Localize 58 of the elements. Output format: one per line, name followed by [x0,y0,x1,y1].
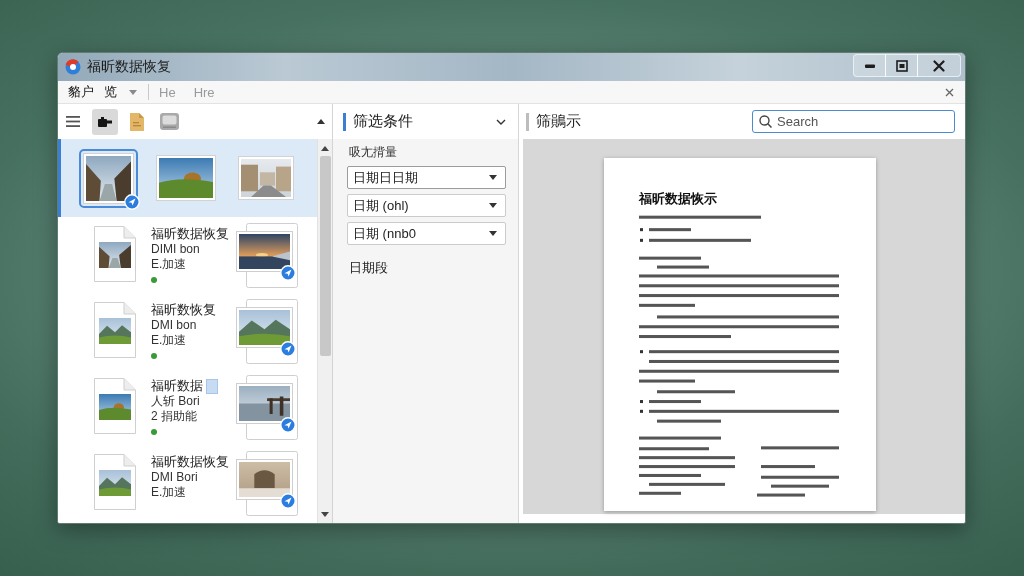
search-icon [759,115,772,128]
maximize-icon [895,59,908,72]
caret-up-icon [317,119,325,124]
image-file-icon [94,378,136,434]
accent-bar [526,112,529,131]
image-file-icon [94,226,136,282]
gallery-row[interactable] [58,139,317,217]
toolbar-button[interactable] [92,108,118,135]
file-name: 福昕数据 [151,378,203,394]
file-name: 福昕数恢复 [151,302,216,318]
file-name: 福昕数据恢复 [151,226,229,242]
file-detail: DMI Bori [151,470,199,485]
file-name: 福昕数据恢复 [151,454,229,470]
scroll-down-icon[interactable] [321,512,329,517]
filter-label: 吸尢揹量 [349,144,398,161]
file-detail: DMI bon [151,318,198,333]
close-button[interactable] [917,54,961,77]
image-file-icon [94,454,136,510]
panel-title: 筛选条件 [353,112,413,131]
chevron-down-icon[interactable] [496,118,506,125]
close-icon [933,59,945,72]
document-title: 福昕数据恢示 [639,190,718,208]
app-logo-icon [65,59,81,75]
file-detail: 人斩 Bori [151,394,201,409]
menu-item[interactable]: 览 [99,81,142,103]
date-dropdown[interactable]: 日期 (nnb0 [347,222,506,245]
drive-icon [159,113,179,130]
maximize-button[interactable] [885,54,918,77]
document-icon [130,112,144,131]
caret-down-icon [129,89,137,95]
camera-icon [98,116,112,127]
file-detail: E.加速 [151,485,188,500]
photo-thumbnail [236,223,298,289]
caret-down-icon [489,231,497,236]
file-detail: E.加速 [151,333,188,348]
menu-icon [66,116,80,127]
accent-bar [343,112,346,131]
close-icon [945,87,954,97]
menu-item[interactable]: 貉户 [63,81,99,103]
photo-thumbnail[interactable] [79,148,138,208]
file-detail: 2 捐助能 [151,409,198,424]
file-detail: DIMI bon [151,242,201,257]
photo-thumbnail [236,299,298,365]
minimize-button[interactable] [853,54,886,77]
image-file-icon [94,302,136,358]
scrollbar-thumb[interactable] [319,156,331,356]
date-dropdown[interactable]: 日期 (ohl) [347,194,506,217]
caret-down-icon [489,203,497,208]
photo-thumbnail [236,451,298,517]
file-detail: E.加速 [151,257,188,272]
photo-thumbnail [236,375,298,441]
filter-label: 日期段 [349,259,389,277]
window-title: 福昕数据恢复 [87,58,171,76]
panel-title: 筛鶰示 [536,112,581,131]
search-field[interactable]: Search [752,110,955,133]
scroll-up-icon[interactable] [321,146,329,151]
caret-down-icon [489,175,497,180]
date-dropdown[interactable]: 日期日日期 [347,166,506,189]
